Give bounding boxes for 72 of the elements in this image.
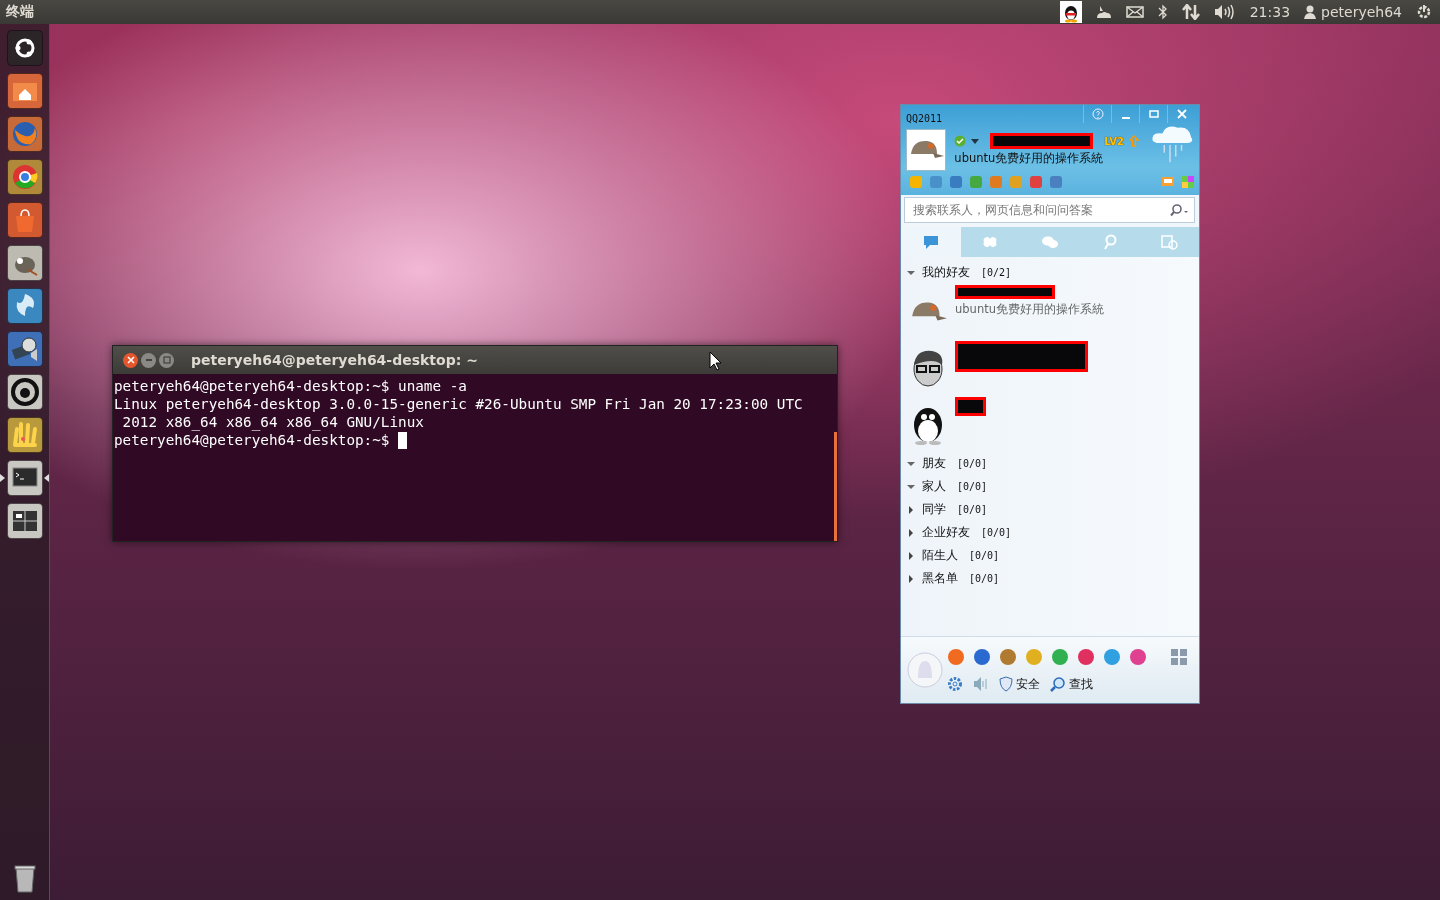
close-icon bbox=[126, 356, 135, 364]
chat-bubble-icon bbox=[921, 234, 940, 250]
expander-icon bbox=[907, 574, 915, 583]
letter-a-icon[interactable] bbox=[6, 374, 43, 410]
scrollbar[interactable] bbox=[834, 432, 837, 541]
contact-group[interactable]: 企业好友 [0/0] bbox=[901, 521, 1199, 544]
contact-signature: ubuntu免费好用的操作系統 bbox=[955, 302, 1104, 317]
cloud-icon[interactable] bbox=[1095, 5, 1112, 19]
signature-text[interactable]: ubuntu免费好用的操作系統 bbox=[954, 151, 1140, 166]
cartoon-hand-icon[interactable] bbox=[6, 417, 43, 453]
text-cursor bbox=[398, 431, 408, 449]
maximize-icon bbox=[162, 356, 171, 364]
clock[interactable]: 21:33 bbox=[1249, 4, 1291, 20]
film-reel-icon[interactable] bbox=[6, 331, 43, 367]
app-grid-icon[interactable] bbox=[1171, 648, 1187, 665]
terminal-line: peteryeh64@peteryeh64-desktop:~$ bbox=[114, 431, 391, 449]
ubuntu-logo-icon[interactable] bbox=[6, 30, 43, 66]
user-name[interactable]: peteryeh64 bbox=[1321, 4, 1402, 20]
home-folder-icon[interactable] bbox=[6, 73, 43, 109]
recent-list-icon bbox=[1160, 234, 1179, 250]
close-icon bbox=[1176, 109, 1187, 119]
mouse-pointer-icon bbox=[709, 351, 723, 371]
redacted-name bbox=[955, 397, 986, 416]
app-title: 终端 bbox=[5, 3, 34, 21]
expander-icon bbox=[907, 268, 915, 277]
workspace-grid-icon[interactable] bbox=[6, 503, 43, 539]
find-link[interactable]: 查找 bbox=[1050, 675, 1093, 693]
network-arrows-icon[interactable] bbox=[1181, 4, 1200, 20]
contact-group[interactable]: 我的好友 [0/2] bbox=[901, 261, 1199, 284]
monitor-icon[interactable] bbox=[1161, 175, 1175, 189]
maximize-button[interactable] bbox=[159, 352, 174, 368]
terminal-line: 2012 x86_64 x86_64 x86_64 GNU/Linux bbox=[121, 413, 424, 431]
terminal-icon[interactable] bbox=[6, 460, 43, 496]
speaker-icon[interactable] bbox=[973, 676, 989, 692]
window-title: peteryeh64@peteryeh64-desktop: ~ bbox=[191, 352, 478, 368]
level-label: LV2 bbox=[1104, 135, 1125, 147]
window-title: QQ2011 bbox=[906, 112, 943, 124]
palette-icon[interactable] bbox=[1181, 175, 1195, 189]
contact-group[interactable]: 家人 [0/0] bbox=[901, 475, 1199, 498]
round-browser-icon[interactable] bbox=[6, 159, 43, 195]
caret-icon[interactable] bbox=[971, 138, 980, 144]
maximize-icon bbox=[1148, 109, 1159, 119]
up-arrow-icon bbox=[1129, 135, 1140, 147]
paintbrush-creature-icon[interactable] bbox=[6, 245, 43, 281]
swirl-icon[interactable] bbox=[6, 288, 43, 324]
contact-group[interactable]: 朋友 [0/0] bbox=[901, 452, 1199, 475]
contact-group[interactable]: 陌生人 [0/0] bbox=[901, 544, 1199, 567]
expander-icon bbox=[907, 551, 915, 560]
power-gear-icon[interactable] bbox=[1416, 4, 1432, 20]
minimize-icon bbox=[1120, 117, 1131, 119]
person-icon bbox=[1304, 5, 1317, 19]
minimize-icon bbox=[144, 356, 153, 364]
shopping-bag-icon[interactable] bbox=[6, 202, 43, 238]
help-icon bbox=[1091, 108, 1104, 120]
bluetooth-icon[interactable] bbox=[1157, 4, 1168, 20]
terminal-line: Linux peteryeh64-desktop 3.0.0-15-generic #26-Ubuntu SMP Fri Jan 20 17:23:00 UTC bbox=[114, 395, 803, 413]
settings-icon[interactable] bbox=[947, 676, 963, 692]
cap-avatar[interactable] bbox=[906, 129, 947, 171]
security-link[interactable]: 安全 bbox=[999, 675, 1040, 693]
expander-icon bbox=[907, 505, 915, 514]
expander-icon bbox=[907, 528, 915, 537]
expander-icon bbox=[907, 459, 915, 468]
contact-group[interactable]: 黑名单 [0/0] bbox=[901, 567, 1199, 590]
volume-icon[interactable] bbox=[1213, 4, 1236, 20]
fox-globe-icon[interactable] bbox=[6, 116, 43, 152]
speech-bubbles-icon bbox=[1041, 234, 1059, 250]
close-button[interactable] bbox=[123, 352, 138, 368]
search-field[interactable]: 搜索联系人，网页信息和问问答案 bbox=[904, 197, 1195, 223]
contact-group[interactable]: 同学 [0/0] bbox=[901, 498, 1199, 521]
online-status-icon[interactable] bbox=[954, 135, 967, 147]
terminal-line: peteryeh64@peteryeh64-desktop:~$ uname -a bbox=[114, 377, 467, 395]
expander-icon bbox=[907, 482, 915, 491]
